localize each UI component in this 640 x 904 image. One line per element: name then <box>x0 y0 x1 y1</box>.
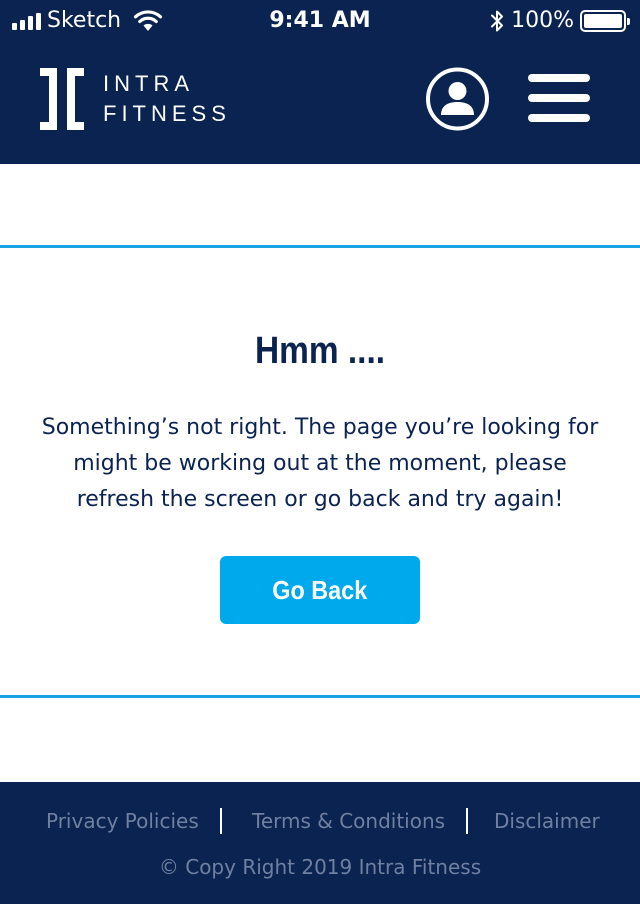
status-bar: Sketch 9:41 AM 100% <box>0 0 640 42</box>
error-screen: Sketch 9:41 AM 100% INTRA FITNESS Hmm ..… <box>0 0 640 904</box>
battery-icon <box>580 10 630 32</box>
bluetooth-icon <box>491 10 504 32</box>
footer-link-privacy[interactable]: Privacy Policies <box>46 806 199 836</box>
footer-separator <box>466 808 468 834</box>
footer-link-terms[interactable]: Terms & Conditions <box>252 806 445 836</box>
battery-percentage: 100% <box>511 8 574 33</box>
footer-links: Privacy Policies Terms & Conditions Disc… <box>0 806 640 836</box>
logo-wordmark: INTRA FITNESS <box>103 69 231 129</box>
error-message: Something’s not right. The page you’re l… <box>41 415 599 512</box>
footer-link-disclaimer[interactable]: Disclaimer <box>494 806 600 836</box>
status-right: 100% <box>489 8 630 34</box>
logo-text-line2: FITNESS <box>103 101 231 126</box>
go-back-button[interactable]: Go Back <box>220 556 420 624</box>
brand-logo[interactable]: INTRA FITNESS <box>40 68 231 130</box>
go-back-label: Go Back <box>272 574 368 605</box>
app-header: Sketch 9:41 AM 100% INTRA FITNESS <box>0 0 640 164</box>
logo-text-line1: INTRA <box>103 71 194 96</box>
footer-separator <box>220 808 222 834</box>
app-footer: Privacy Policies Terms & Conditions Disc… <box>0 782 640 904</box>
hamburger-menu-icon[interactable] <box>528 74 590 122</box>
top-divider <box>0 245 640 248</box>
logo-mark-icon <box>40 68 84 130</box>
bottom-divider <box>0 695 640 698</box>
copyright-text: © Copy Right 2019 Intra Fitness <box>158 855 482 879</box>
error-title: Hmm .... <box>254 330 386 372</box>
profile-icon[interactable] <box>425 67 490 131</box>
